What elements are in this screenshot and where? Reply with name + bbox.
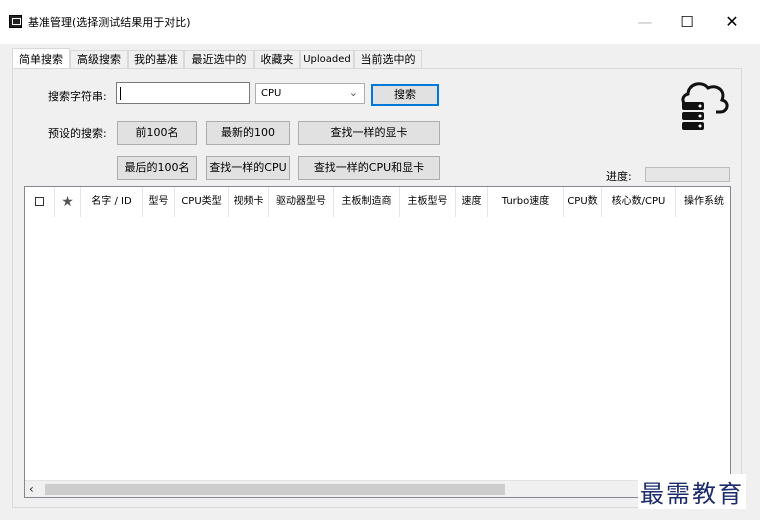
column-os[interactable]: 操作系统 — [676, 187, 730, 217]
column-name-id[interactable]: 名字 / ID — [81, 187, 143, 217]
tab-my-benchmarks[interactable]: 我的基准 — [128, 50, 184, 69]
column-model[interactable]: 型号 — [143, 187, 175, 217]
app-window-icon — [9, 15, 22, 28]
tab-currently-selected[interactable]: 当前选中的 — [354, 50, 422, 69]
chevron-down-icon: ⌄ — [348, 86, 358, 99]
tab-favorites[interactable]: 收藏夹 — [254, 50, 300, 69]
select-all-checkbox[interactable] — [25, 187, 55, 217]
progress-bar — [645, 167, 730, 182]
cloud-database-icon — [681, 82, 729, 130]
progress-label: 进度: — [606, 170, 632, 183]
window-title: 基准管理(选择测试结果用于对比) — [28, 16, 191, 29]
text-caret — [120, 87, 121, 100]
tab-recently-selected[interactable]: 最近选中的 — [184, 50, 254, 69]
favorite-column[interactable]: ★ — [55, 187, 81, 217]
results-table[interactable]: ★ 名字 / ID 型号 CPU类型 视频卡 驱动器型号 主板制造商 主板型号 … — [24, 186, 731, 498]
tab-advanced-search[interactable]: 高级搜索 — [70, 50, 128, 69]
search-type-value: CPU — [261, 88, 282, 99]
horizontal-scrollbar[interactable]: ‹ — [25, 480, 730, 497]
preset-search-label: 预设的搜索: — [48, 127, 107, 140]
tab-simple-search[interactable]: 简单搜索 — [12, 48, 70, 69]
column-cpu-type[interactable]: CPU类型 — [175, 187, 229, 217]
top-100-button[interactable]: 前100名 — [117, 121, 197, 145]
column-speed[interactable]: 速度 — [456, 187, 488, 217]
column-drive-model[interactable]: 驱动器型号 — [269, 187, 334, 217]
close-button[interactable]: ✕ — [712, 8, 752, 36]
checkbox-icon — [35, 196, 44, 206]
title-bar: 基准管理(选择测试结果用于对比) — ☐ ✕ — [0, 0, 760, 44]
minimize-button[interactable]: — — [625, 8, 665, 36]
column-cpu-count[interactable]: CPU数 — [564, 187, 602, 217]
search-input[interactable] — [116, 82, 250, 104]
latest-100-button[interactable]: 最新的100 — [206, 121, 290, 145]
search-button[interactable]: 搜索 — [371, 84, 439, 106]
watermark: 最需教育 — [638, 474, 746, 509]
column-cores-per-cpu[interactable]: 核心数/CPU — [602, 187, 676, 217]
column-mb-model[interactable]: 主板型号 — [400, 187, 456, 217]
find-same-gpu-button[interactable]: 查找一样的显卡 — [298, 121, 440, 145]
column-mb-manufacturer[interactable]: 主板制造商 — [334, 187, 400, 217]
find-same-cpu-button[interactable]: 查找一样的CPU — [206, 156, 290, 180]
table-header: ★ 名字 / ID 型号 CPU类型 视频卡 驱动器型号 主板制造商 主板型号 … — [25, 187, 730, 217]
maximize-button[interactable]: ☐ — [667, 8, 707, 36]
last-100-button[interactable]: 最后的100名 — [117, 156, 197, 180]
search-type-select[interactable]: CPU ⌄ — [255, 83, 365, 104]
tab-uploaded[interactable]: Uploaded — [300, 50, 354, 69]
favorite-star-icon: ★ — [61, 194, 74, 210]
find-same-cpu-gpu-button[interactable]: 查找一样的CPU和显卡 — [298, 156, 440, 180]
scrollbar-thumb[interactable] — [45, 484, 505, 495]
column-video-card[interactable]: 视频卡 — [229, 187, 269, 217]
search-string-label: 搜索字符串: — [48, 90, 107, 103]
column-turbo-speed[interactable]: Turbo速度 — [488, 187, 564, 217]
chevron-left-icon[interactable]: ‹ — [29, 482, 34, 496]
